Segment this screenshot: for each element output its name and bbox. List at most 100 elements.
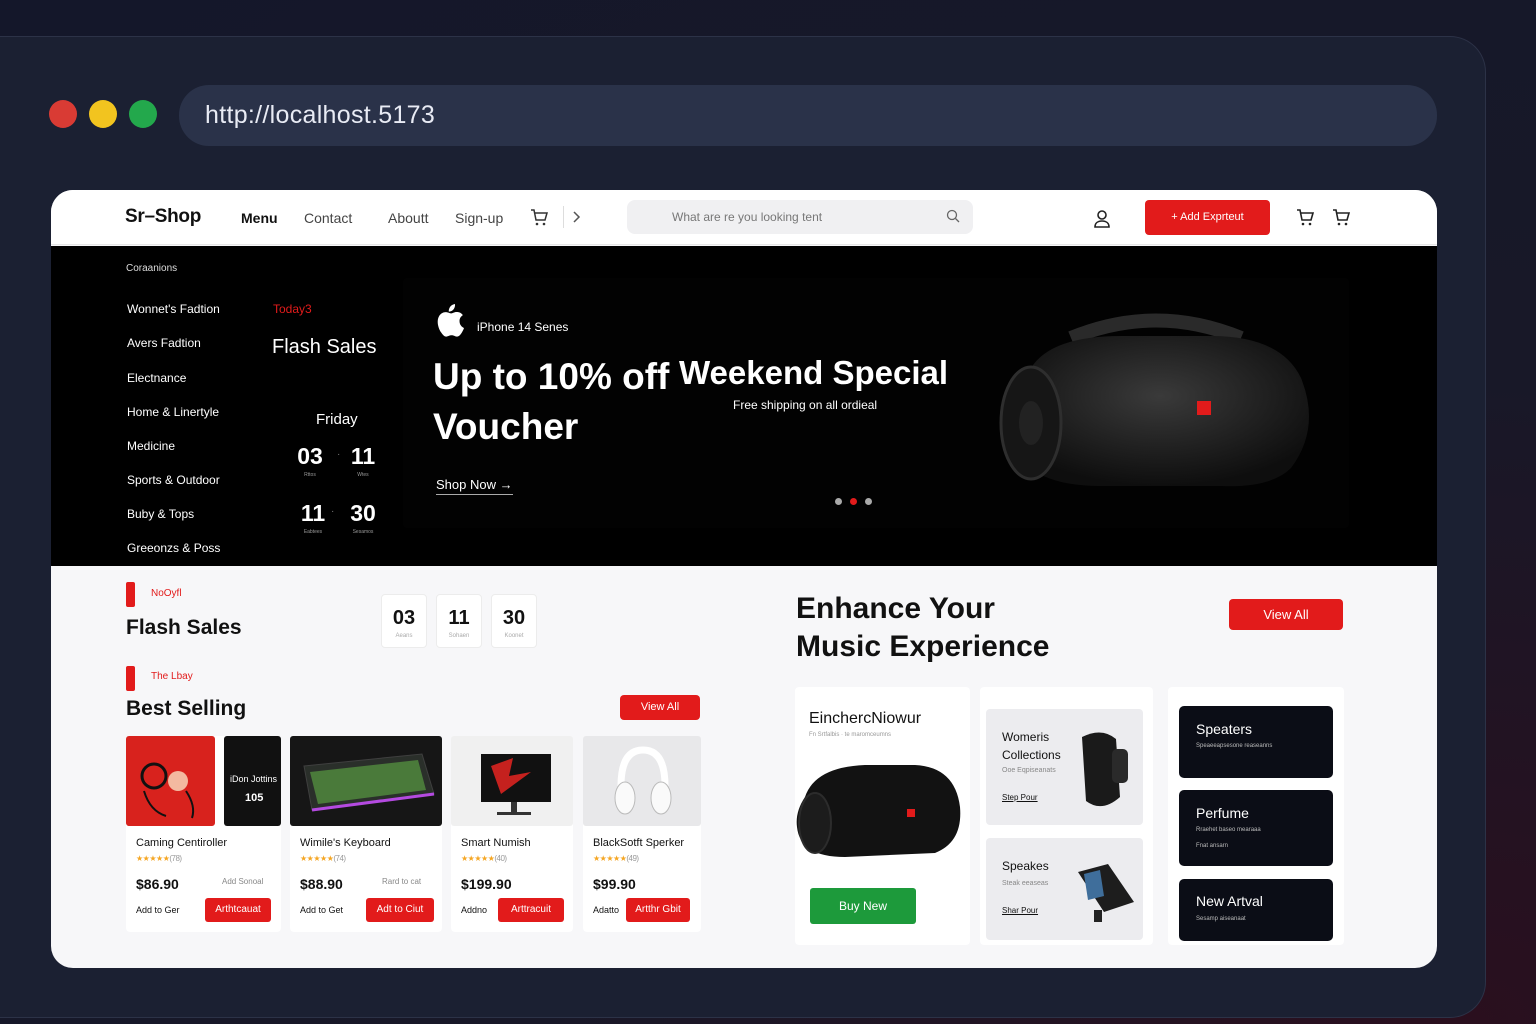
add-to-wishlist-link[interactable]: Add to Ger [136, 905, 180, 915]
search-icon[interactable] [946, 209, 960, 223]
product-card[interactable]: iDon Jottins 105 Caming Centiroller ★★★★… [126, 736, 281, 932]
nav-about[interactable]: Aboutt [388, 210, 428, 226]
category-item[interactable]: Home & Linertyle [127, 405, 219, 419]
flash-section-label: NoOyfl [151, 588, 182, 599]
category-item[interactable]: Sports & Outdoor [127, 473, 220, 487]
product-image [126, 736, 215, 826]
category-card-speakers[interactable]: Speakes Steak eeaseas Shar Pour [986, 838, 1143, 940]
product-alt-label: Rard to cat [382, 877, 422, 886]
countdown-value: 30 [350, 500, 376, 526]
monitor-image [481, 754, 551, 815]
music-view-all-button[interactable]: View All [1229, 599, 1343, 630]
best-selling-title: Best Selling [126, 697, 247, 720]
nav-menu[interactable]: Menu [241, 210, 278, 226]
dark-card-speakers[interactable]: Speaters Speaeeapsesone reaseanns [1179, 706, 1333, 778]
product-name[interactable]: BlackSotft Sperker [593, 837, 684, 849]
category-subtitle: Ooe Eqpiseanats [1002, 767, 1056, 774]
product-name[interactable]: Wimile's Keyboard [300, 837, 391, 849]
nav-contact[interactable]: Contact [304, 210, 352, 226]
web-page: Sr–Shop Menu Contact Aboutt Sign-up What… [51, 190, 1437, 968]
add-to-cart-button[interactable]: Arthtcauat [205, 898, 271, 922]
category-item[interactable]: Electnance [127, 371, 186, 385]
countdown-value: 03 [297, 443, 323, 469]
cart-icon-secondary[interactable] [1331, 207, 1351, 227]
slide-dot[interactable] [835, 498, 842, 505]
site-header: Sr–Shop Menu Contact Aboutt Sign-up What… [51, 190, 1437, 245]
countdown-value: 11 [300, 500, 326, 526]
section-marker [126, 666, 135, 691]
product-card[interactable]: Wimile's Keyboard ★★★★★(74) $88.90 Rard … [290, 736, 442, 932]
add-to-wishlist-link[interactable]: Adatto [593, 905, 619, 915]
device-image [1078, 864, 1134, 922]
dark-card-new-arrival[interactable]: New Artval Sesamp aiseanaat [1179, 879, 1333, 941]
best-selling-view-all-button[interactable]: View All [620, 695, 700, 720]
buy-now-button[interactable]: Buy New [810, 888, 916, 924]
close-window-button[interactable] [49, 100, 77, 128]
section-marker [126, 582, 135, 607]
product-price: $199.90 [461, 876, 512, 892]
product-rating: ★★★★★(74) [300, 854, 346, 863]
address-bar[interactable]: http://localhost.5173 [179, 85, 1437, 146]
product-price: $86.90 [136, 876, 179, 892]
timer-box: 30 Koonet [491, 594, 537, 648]
wishlist-cart-icon[interactable] [1295, 207, 1315, 227]
watch-image [1082, 732, 1128, 807]
music-title-line: Music Experience [796, 630, 1050, 663]
feature-title: EinchercNiowur [809, 710, 922, 727]
add-to-cart-button[interactable]: Artthr Gbit [626, 898, 690, 922]
product-rating: ★★★★★(40) [461, 854, 507, 863]
hero-flash-title: Flash Sales [272, 336, 377, 358]
site-logo[interactable]: Sr–Shop [125, 206, 201, 228]
category-shop-link[interactable]: Shar Pour [1002, 906, 1038, 915]
product-image [583, 736, 701, 826]
add-to-wishlist-link[interactable]: Add to Get [300, 905, 343, 915]
search-input[interactable]: What are re you looking tent [627, 200, 973, 234]
controller-image [140, 762, 195, 819]
product-alt-label: Add Sonoal [222, 877, 264, 886]
category-card-womens[interactable]: Womeris Collections Ooe Eqpiseanats Step… [986, 709, 1143, 825]
cart-icon[interactable] [529, 207, 549, 227]
minimize-window-button[interactable] [89, 100, 117, 128]
nav-divider [563, 206, 564, 228]
category-item[interactable]: Buby & Tops [127, 507, 194, 521]
timer-value: 11 [448, 607, 470, 629]
banner-headline: Up to 10% off Voucher [433, 356, 670, 447]
slide-dot-active[interactable] [850, 498, 857, 505]
countdown-value: 11 [350, 443, 376, 469]
product-name[interactable]: Caming Centiroller [136, 837, 227, 849]
hero-section: Coraanions Wonnet's Fadtion Avers Fadtio… [51, 246, 1437, 566]
apple-logo-icon [437, 304, 464, 337]
slide-dot[interactable] [865, 498, 872, 505]
countdown-unit: Rttos [304, 472, 316, 478]
countdown-separator: · [337, 449, 341, 460]
product-name[interactable]: Smart Numish [461, 837, 531, 849]
countdown-unit: Sesamos [352, 529, 374, 535]
chevron-right-icon[interactable] [567, 207, 587, 227]
category-title: Speakes [1002, 859, 1049, 873]
best-selling-label: The Lbay [151, 671, 193, 682]
category-item[interactable]: Greeonzs & Poss [127, 541, 220, 555]
add-to-cart-button[interactable]: Adt to Ciut [366, 898, 434, 922]
category-item[interactable]: Wonnet's Fadtion [127, 302, 220, 316]
add-to-wishlist-link[interactable]: Addno [461, 905, 487, 915]
product-price: $99.90 [593, 876, 636, 892]
add-product-button[interactable]: + Add Exprteut [1145, 200, 1270, 235]
flash-section-title: Flash Sales [126, 616, 242, 639]
category-item[interactable]: Avers Fadtion [127, 336, 201, 350]
nav-signup[interactable]: Sign-up [455, 210, 503, 226]
add-to-cart-button[interactable]: Arttracuit [498, 898, 564, 922]
user-icon[interactable] [1092, 208, 1112, 228]
category-title: Womeris Collections [1002, 730, 1061, 762]
dark-card-perfume[interactable]: Perfume Rraehet baseo mearaaa Fnat ansar… [1179, 790, 1333, 866]
category-shop-link[interactable]: Step Pour [1002, 793, 1038, 802]
category-item[interactable]: Medicine [127, 439, 175, 453]
dark-card-subtitle: Fnat ansarn [1196, 843, 1229, 849]
dark-card-subtitle: Speaeeapsesone reaseanns [1196, 743, 1273, 749]
promo-banner[interactable]: iPhone 14 Senes Up to 10% off Voucher Sh… [403, 278, 1349, 528]
shop-now-link[interactable]: Shop Now → [436, 477, 513, 495]
music-feature-card[interactable]: EinchercNiowur Fn Srtfalbis · te maromce… [795, 687, 970, 945]
product-card[interactable]: BlackSotft Sperker ★★★★★(49) $99.90 Adat… [583, 736, 701, 932]
maximize-window-button[interactable] [129, 100, 157, 128]
banner-product-line: iPhone 14 Senes [477, 320, 569, 334]
product-card[interactable]: Smart Numish ★★★★★(40) $199.90 Addno Art… [451, 736, 573, 932]
